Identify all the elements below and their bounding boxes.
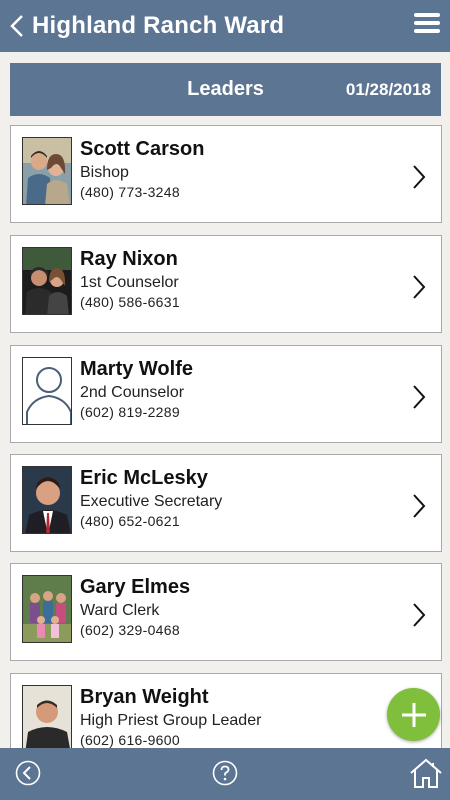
leader-phone[interactable]: (480) 773-3248 — [80, 184, 180, 200]
leader-photo — [22, 137, 72, 205]
leader-phone[interactable]: (480) 586-6631 — [80, 294, 180, 310]
leader-phone[interactable]: (602) 329-0468 — [80, 622, 180, 638]
leader-role: High Priest Group Leader — [80, 712, 262, 729]
top-app-bar: Highland Ranch Ward — [0, 0, 450, 52]
section-date: 01/28/2018 — [345, 80, 431, 99]
help-icon[interactable] — [212, 760, 238, 786]
leader-card[interactable]: Ray Nixon 1st Counselor (480) 586-6631 — [10, 235, 442, 333]
leader-name: Marty Wolfe — [80, 358, 193, 380]
chevron-right-icon — [413, 385, 426, 409]
leader-phone[interactable]: (602) 819-2289 — [80, 404, 180, 420]
leader-phone[interactable]: (602) 616-9600 — [80, 732, 180, 748]
chevron-right-icon — [413, 165, 426, 189]
leader-phone[interactable]: (480) 652-0621 — [80, 513, 180, 529]
hamburger-menu-icon[interactable] — [414, 13, 440, 35]
chevron-right-icon — [413, 494, 426, 518]
leader-photo — [22, 247, 72, 315]
home-icon[interactable] — [409, 757, 443, 789]
leader-card[interactable]: Marty Wolfe 2nd Counselor (602) 819-2289 — [10, 345, 442, 443]
leader-card[interactable]: Bryan Weight High Priest Group Leader (6… — [10, 673, 442, 748]
section-header: Leaders 01/28/2018 — [10, 63, 441, 116]
bottom-nav-bar — [0, 748, 450, 800]
back-circle-icon[interactable] — [15, 760, 41, 786]
leader-photo — [22, 685, 72, 748]
leader-role: 1st Counselor — [80, 274, 179, 291]
leader-role: 2nd Counselor — [80, 384, 185, 401]
leader-role: Ward Clerk — [80, 602, 160, 619]
plus-icon — [401, 702, 426, 727]
leader-name: Scott Carson — [80, 138, 205, 160]
chevron-left-icon — [10, 15, 23, 37]
add-button[interactable] — [387, 688, 440, 741]
leader-role: Bishop — [80, 164, 129, 181]
back-button[interactable] — [2, 0, 32, 52]
leader-name: Ray Nixon — [80, 248, 178, 270]
chevron-right-icon — [413, 603, 426, 627]
leader-photo — [22, 575, 72, 643]
leader-name: Gary Elmes — [80, 576, 191, 598]
leader-role: Executive Secretary — [80, 493, 223, 510]
leader-name: Bryan Weight — [80, 686, 209, 708]
leader-name: Eric McLesky — [80, 467, 208, 489]
chevron-right-icon — [413, 275, 426, 299]
placeholder-person-icon — [22, 357, 72, 425]
leader-card[interactable]: Eric McLesky Executive Secretary (480) 6… — [10, 454, 442, 552]
leader-card[interactable]: Scott Carson Bishop (480) 773-3248 — [10, 125, 442, 223]
leader-photo — [22, 466, 72, 534]
leader-card[interactable]: Gary Elmes Ward Clerk (602) 329-0468 — [10, 563, 442, 661]
app-title: Highland Ranch Ward — [32, 12, 285, 39]
